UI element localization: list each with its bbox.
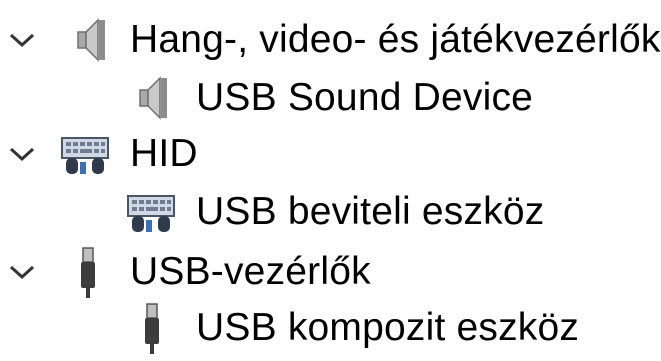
tree-node-label: Hang-, video- és játékvezérlők	[130, 18, 661, 61]
tree-node-label: USB Sound Device	[196, 76, 534, 119]
device-tree: Hang-, video- és játékvezérlők USB Sound…	[0, 0, 661, 358]
keyboard-mouse-icon	[124, 184, 180, 240]
tree-node-usb-controllers[interactable]: USB-vezérlők	[0, 244, 661, 300]
tree-node-label: HID	[130, 132, 198, 175]
tree-node-usb-input-device[interactable]: USB beviteli eszköz	[0, 184, 661, 240]
tree-node-usb-composite-device[interactable]: USB kompozit eszköz	[0, 300, 661, 356]
chevron-down-icon[interactable]	[2, 134, 42, 174]
tree-node-hid[interactable]: HID	[0, 126, 661, 182]
tree-node-usb-sound-device[interactable]: USB Sound Device	[0, 70, 661, 126]
speaker-icon	[124, 70, 180, 126]
speaker-icon	[62, 12, 118, 68]
usb-plug-icon	[60, 244, 116, 300]
tree-node-label: USB kompozit eszköz	[196, 306, 580, 349]
usb-plug-icon	[124, 300, 180, 356]
tree-node-sound-video-game-controllers[interactable]: Hang-, video- és játékvezérlők	[0, 12, 661, 68]
chevron-down-icon[interactable]	[2, 20, 42, 60]
tree-node-label: USB beviteli eszköz	[196, 190, 545, 233]
tree-node-label: USB-vezérlők	[130, 250, 371, 293]
chevron-down-icon[interactable]	[2, 252, 42, 292]
keyboard-mouse-icon	[58, 126, 114, 182]
